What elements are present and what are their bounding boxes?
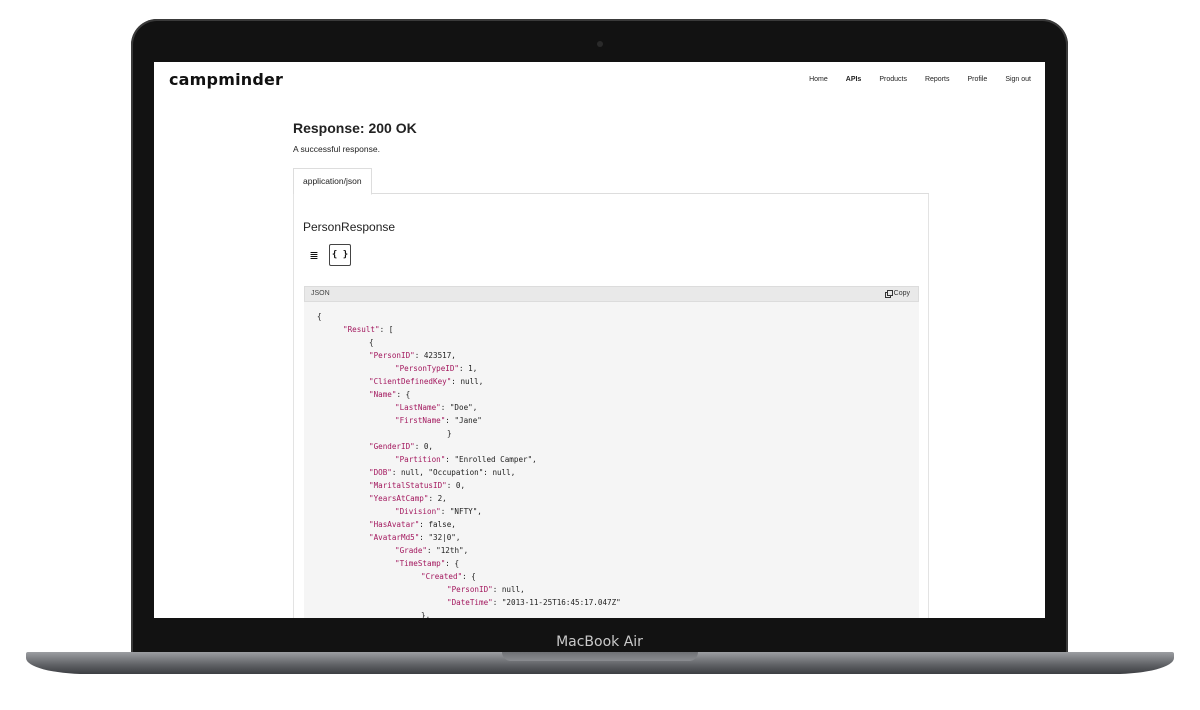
json-value: : { <box>396 390 411 399</box>
json-key: "TimeStamp" <box>395 559 446 568</box>
response-description: A successful response. <box>293 144 380 154</box>
json-key: "Result" <box>343 325 380 334</box>
json-key: "Grade" <box>395 546 428 555</box>
json-value: : "12th", <box>427 546 469 555</box>
code-language-label: JSON <box>311 290 330 297</box>
json-value: : 2, <box>428 494 447 503</box>
nav-reports[interactable]: Reports <box>925 76 950 83</box>
code-line: "Partition": "Enrolled Camper", <box>395 453 537 466</box>
tab-application-json[interactable]: application/json <box>293 168 372 195</box>
json-value: : "Jane" <box>445 416 482 425</box>
code-header: JSON Copy <box>304 286 919 302</box>
code-line: { <box>369 336 374 349</box>
json-value: : "NFTY", <box>440 507 482 516</box>
code-line: }, <box>421 609 430 618</box>
json-value: : { <box>445 559 460 568</box>
json-value: { <box>369 338 374 347</box>
main-nav: Home APIs Products Reports Profile Sign … <box>791 76 1031 83</box>
code-line: "DateTime": "2013-11-25T16:45:17.047Z" <box>447 596 621 609</box>
nav-products[interactable]: Products <box>879 76 907 83</box>
view-toggle: ≣ { } <box>303 244 351 266</box>
nav-apis[interactable]: APIs <box>846 76 862 83</box>
json-key: "PersonTypeID" <box>395 364 460 373</box>
copy-icon <box>884 290 893 298</box>
json-value: : "Enrolled Camper", <box>445 455 537 464</box>
json-key: "MaritalStatusID" <box>369 481 447 490</box>
json-value: : 1, <box>459 364 478 373</box>
json-key: "PersonID" <box>447 585 493 594</box>
json-key: "Partition" <box>395 455 446 464</box>
json-key: "LastName" <box>395 403 441 412</box>
response-title: Response: 200 OK <box>293 120 417 136</box>
code-line: "Grade": "12th", <box>395 544 468 557</box>
list-view-icon[interactable]: ≣ <box>303 244 325 266</box>
nav-sign-out[interactable]: Sign out <box>1005 76 1031 83</box>
code-line: "PersonID": null, <box>447 583 525 596</box>
json-value: : 423517, <box>414 351 456 360</box>
camera-icon <box>597 41 603 47</box>
json-key: "ClientDefinedKey" <box>369 377 452 386</box>
code-line: "LastName": "Doe", <box>395 401 477 414</box>
json-value: : null, "Occupation": null, <box>391 468 516 477</box>
json-value: : [ <box>379 325 394 334</box>
laptop-notch <box>502 652 698 661</box>
json-key: "DOB" <box>369 468 392 477</box>
json-view-icon[interactable]: { } <box>329 244 351 266</box>
copy-label: Copy <box>893 290 910 297</box>
json-value: : false, <box>419 520 456 529</box>
code-line: "MaritalStatusID": 0, <box>369 479 465 492</box>
json-value: : "Doe", <box>440 403 478 412</box>
response-section: Response: 200 OK A successful response. … <box>293 120 929 618</box>
code-line: "YearsAtCamp": 2, <box>369 492 447 505</box>
schema-panel: PersonResponse ≣ { } JSON Copy { "Result"… <box>293 194 929 618</box>
code-line: "Division": "NFTY", <box>395 505 482 518</box>
json-value: : "32|0", <box>419 533 461 542</box>
json-value: : "2013-11-25T16:45:17.047Z" <box>492 598 621 607</box>
copy-button[interactable]: Copy <box>884 290 910 298</box>
json-key: "Created" <box>421 572 463 581</box>
json-key: "PersonID" <box>369 351 415 360</box>
code-line: "PersonTypeID": 1, <box>395 362 477 375</box>
code-line: "ClientDefinedKey": null, <box>369 375 483 388</box>
code-line: { <box>317 310 322 323</box>
json-key: "GenderID" <box>369 442 415 451</box>
code-line: "DOB": null, "Occupation": null, <box>369 466 515 479</box>
json-value: : 0, <box>446 481 466 490</box>
json-value: : 0, <box>414 442 434 451</box>
json-value: } <box>447 429 452 438</box>
nav-home[interactable]: Home <box>809 76 828 83</box>
top-nav-bar: campminder Home APIs Products Reports Pr… <box>154 62 1045 100</box>
json-key: "YearsAtCamp" <box>369 494 429 503</box>
code-line: "GenderID": 0, <box>369 440 433 453</box>
json-value: { <box>317 312 322 321</box>
json-key: "FirstName" <box>395 416 446 425</box>
code-line: "PersonID": 423517, <box>369 349 456 362</box>
code-line: "AvatarMd5": "32|0", <box>369 531 460 544</box>
json-code-block: {"Result": [{"PersonID": 423517, "PersonT… <box>304 302 919 618</box>
json-value: }, <box>421 611 431 618</box>
code-line: "Created": { <box>421 570 476 583</box>
device-label: MacBook Air <box>556 634 643 650</box>
json-value: : { <box>462 572 476 581</box>
json-key: "Division" <box>395 507 441 516</box>
json-key: "DateTime" <box>447 598 493 607</box>
code-line: "TimeStamp": { <box>395 557 459 570</box>
json-value: : null, <box>451 377 484 386</box>
screen: campminder Home APIs Products Reports Pr… <box>154 62 1045 618</box>
json-value: : null, <box>492 585 525 594</box>
nav-profile[interactable]: Profile <box>967 76 987 83</box>
code-line: } <box>447 427 452 440</box>
schema-title: PersonResponse <box>303 220 396 234</box>
json-key: "Name" <box>369 390 397 399</box>
code-line: "Name": { <box>369 388 410 401</box>
code-line: "Result": [ <box>343 323 393 336</box>
campminder-logo[interactable]: campminder <box>169 70 283 89</box>
content-type-tabs: application/json <box>293 168 929 195</box>
json-key: "HasAvatar" <box>369 520 420 529</box>
code-line: "FirstName": "Jane" <box>395 414 482 427</box>
code-line: "HasAvatar": false, <box>369 518 456 531</box>
json-key: "AvatarMd5" <box>369 533 420 542</box>
